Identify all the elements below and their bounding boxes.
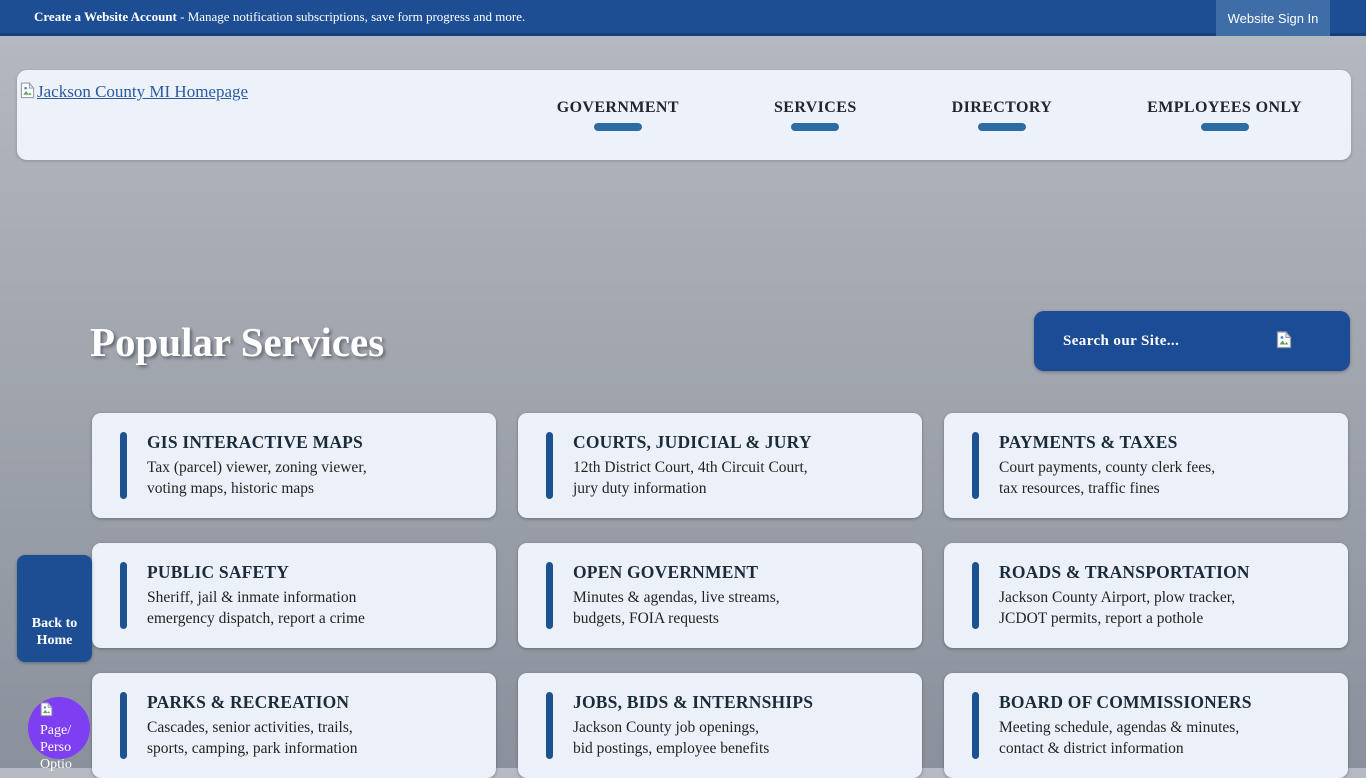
card-accent-bar xyxy=(972,692,979,759)
broken-image-icon xyxy=(40,702,53,722)
card-desc-line: Cascades, senior activities, trails, xyxy=(147,717,476,738)
personalization-text-line: Page/ xyxy=(40,723,71,738)
card-accent-bar xyxy=(120,432,127,499)
service-card-courts-judicial-jury[interactable]: COURTS, JUDICIAL & JURY 12th District Co… xyxy=(518,413,922,518)
nav-label: EMPLOYEES ONLY xyxy=(1147,99,1302,117)
popular-services-grid: GIS INTERACTIVE MAPS Tax (parcel) viewer… xyxy=(92,413,1348,778)
search-icon-broken-image xyxy=(1276,331,1292,352)
card-accent-bar xyxy=(972,562,979,629)
card-desc-line: Meeting schedule, agendas & minutes, xyxy=(999,717,1328,738)
personalization-text-line: Perso xyxy=(40,740,71,755)
card-desc-line: Jackson County job openings, xyxy=(573,717,902,738)
card-accent-bar xyxy=(546,692,553,759)
service-card-parks-recreation[interactable]: PARKS & RECREATION Cascades, senior acti… xyxy=(92,673,496,778)
nav-item-employees-only[interactable]: EMPLOYEES ONLY xyxy=(1147,99,1302,131)
card-title: JOBS, BIDS & INTERNSHIPS xyxy=(573,692,902,713)
card-title: OPEN GOVERNMENT xyxy=(573,562,902,583)
page-title: Popular Services xyxy=(90,318,384,366)
home-logo-link[interactable]: Jackson County MI Homepage xyxy=(20,82,248,104)
card-desc-line: contact & district information xyxy=(999,738,1328,759)
account-promo-text: Create a Website Account - Manage notifi… xyxy=(34,9,525,25)
card-title: GIS INTERACTIVE MAPS xyxy=(147,432,476,453)
back-home-line: Home xyxy=(37,632,73,649)
card-title: COURTS, JUDICIAL & JURY xyxy=(573,432,902,453)
nav-label: DIRECTORY xyxy=(952,99,1053,117)
nav-underline xyxy=(594,123,642,131)
main-nav: GOVERNMENT SERVICES DIRECTORY EMPLOYEES … xyxy=(557,70,1302,160)
service-card-payments-taxes[interactable]: PAYMENTS & TAXES Court payments, county … xyxy=(944,413,1348,518)
back-to-home-button[interactable]: Back to Home xyxy=(17,555,92,662)
personalization-alt-text: Page/ Perso Optio xyxy=(40,702,72,773)
nav-underline xyxy=(978,123,1026,131)
search-input[interactable] xyxy=(1061,332,1276,351)
nav-underline xyxy=(1201,123,1249,131)
website-sign-in-button[interactable]: Website Sign In xyxy=(1216,0,1330,36)
card-title: BOARD OF COMMISSIONERS xyxy=(999,692,1328,713)
top-utility-bar: Create a Website Account - Manage notifi… xyxy=(0,0,1366,36)
card-accent-bar xyxy=(120,562,127,629)
service-card-gis-interactive-maps[interactable]: GIS INTERACTIVE MAPS Tax (parcel) viewer… xyxy=(92,413,496,518)
card-desc-line: Tax (parcel) viewer, zoning viewer, xyxy=(147,457,476,478)
card-title: PUBLIC SAFETY xyxy=(147,562,476,583)
service-card-roads-transportation[interactable]: ROADS & TRANSPORTATION Jackson County Ai… xyxy=(944,543,1348,648)
service-card-board-of-commissioners[interactable]: BOARD OF COMMISSIONERS Meeting schedule,… xyxy=(944,673,1348,778)
card-accent-bar xyxy=(546,562,553,629)
nav-label: GOVERNMENT xyxy=(557,99,679,117)
card-desc-line: Minutes & agendas, live streams, xyxy=(573,587,902,608)
nav-label: SERVICES xyxy=(774,99,857,117)
card-accent-bar xyxy=(120,692,127,759)
back-home-line: Back to xyxy=(32,615,78,632)
card-accent-bar xyxy=(972,432,979,499)
card-desc-line: JCDOT permits, report a pothole xyxy=(999,608,1328,629)
card-desc-line: jury duty information xyxy=(573,478,902,499)
nav-item-government[interactable]: GOVERNMENT xyxy=(557,99,679,131)
card-desc-line: budgets, FOIA requests xyxy=(573,608,902,629)
card-desc-line: Jackson County Airport, plow tracker, xyxy=(999,587,1328,608)
personalization-text-line: Optio xyxy=(40,757,72,772)
search-button[interactable] xyxy=(1276,331,1292,352)
card-desc-line: Sheriff, jail & inmate information xyxy=(147,587,476,608)
card-desc-line: sports, camping, park information xyxy=(147,738,476,759)
card-title: ROADS & TRANSPORTATION xyxy=(999,562,1328,583)
nav-underline xyxy=(791,123,839,131)
service-card-public-safety[interactable]: PUBLIC SAFETY Sheriff, jail & inmate inf… xyxy=(92,543,496,648)
nav-item-services[interactable]: SERVICES xyxy=(774,99,857,131)
site-search xyxy=(1034,311,1350,371)
card-desc-line: 12th District Court, 4th Circuit Court, xyxy=(573,457,902,478)
card-desc-line: bid postings, employee benefits xyxy=(573,738,902,759)
card-accent-bar xyxy=(546,432,553,499)
create-account-link[interactable]: Create a Website Account xyxy=(34,9,177,24)
card-title: PAYMENTS & TAXES xyxy=(999,432,1328,453)
card-title: PARKS & RECREATION xyxy=(147,692,476,713)
account-promo-rest: - Manage notification subscriptions, sav… xyxy=(177,9,525,24)
nav-item-directory[interactable]: DIRECTORY xyxy=(952,99,1053,131)
home-logo-alt-text: Jackson County MI Homepage xyxy=(37,82,248,102)
card-desc-line: tax resources, traffic fines xyxy=(999,478,1328,499)
site-header: Jackson County MI Homepage GOVERNMENT SE… xyxy=(17,70,1351,160)
broken-image-icon xyxy=(20,82,35,104)
service-card-jobs-bids-internships[interactable]: JOBS, BIDS & INTERNSHIPS Jackson County … xyxy=(518,673,922,778)
card-desc-line: voting maps, historic maps xyxy=(147,478,476,499)
service-card-open-government[interactable]: OPEN GOVERNMENT Minutes & agendas, live … xyxy=(518,543,922,648)
personalization-options-button[interactable]: Page/ Perso Optio xyxy=(28,697,90,759)
card-desc-line: Court payments, county clerk fees, xyxy=(999,457,1328,478)
card-desc-line: emergency dispatch, report a crime xyxy=(147,608,476,629)
